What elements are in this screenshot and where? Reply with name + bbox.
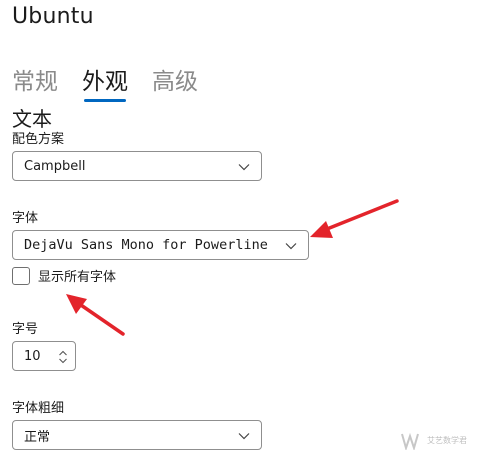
tab-appearance[interactable]: 外观 bbox=[82, 62, 128, 102]
settings-tabs: 常规 外观 高级 bbox=[12, 62, 198, 102]
watermark-text: 艾艺数学君 bbox=[427, 436, 467, 445]
font-weight-label: 字体粗细 bbox=[12, 401, 65, 416]
font-size-value: 10 bbox=[24, 348, 41, 364]
font-weight-value: 正常 bbox=[24, 429, 51, 445]
tab-general[interactable]: 常规 bbox=[12, 62, 58, 102]
chevron-down-icon bbox=[238, 433, 250, 440]
show-all-fonts-checkbox[interactable] bbox=[12, 266, 30, 285]
color-scheme-value: Campbell bbox=[24, 158, 86, 174]
show-all-fonts-label: 显示所有字体 bbox=[38, 270, 117, 285]
red-arrow-icon bbox=[310, 199, 399, 238]
settings-page: Ubuntu 常规 外观 高级 文本 配色方案 Campbell 字体 Deja… bbox=[0, 0, 481, 455]
red-arrow-icon bbox=[66, 294, 125, 336]
tab-advanced[interactable]: 高级 bbox=[152, 62, 198, 102]
watermark: 艾艺数学君 bbox=[401, 432, 467, 450]
font-face-dropdown[interactable]: DejaVu Sans Mono for Powerline bbox=[12, 230, 309, 260]
show-all-fonts-row: 显示所有字体 bbox=[12, 266, 116, 285]
font-size-label: 字号 bbox=[12, 322, 39, 337]
spinner-up-down-icon[interactable] bbox=[57, 348, 69, 366]
font-size-stepper[interactable]: 10 bbox=[12, 341, 76, 371]
color-scheme-label: 配色方案 bbox=[12, 132, 65, 147]
watermark-logo-icon bbox=[401, 432, 419, 450]
font-weight-dropdown[interactable]: 正常 bbox=[12, 420, 262, 450]
profile-title: Ubuntu bbox=[12, 4, 94, 29]
chevron-down-icon bbox=[238, 164, 250, 171]
font-face-label: 字体 bbox=[12, 211, 39, 226]
chevron-down-icon bbox=[285, 243, 297, 250]
color-scheme-dropdown[interactable]: Campbell bbox=[12, 151, 262, 181]
font-face-value: DejaVu Sans Mono for Powerline bbox=[24, 237, 268, 253]
